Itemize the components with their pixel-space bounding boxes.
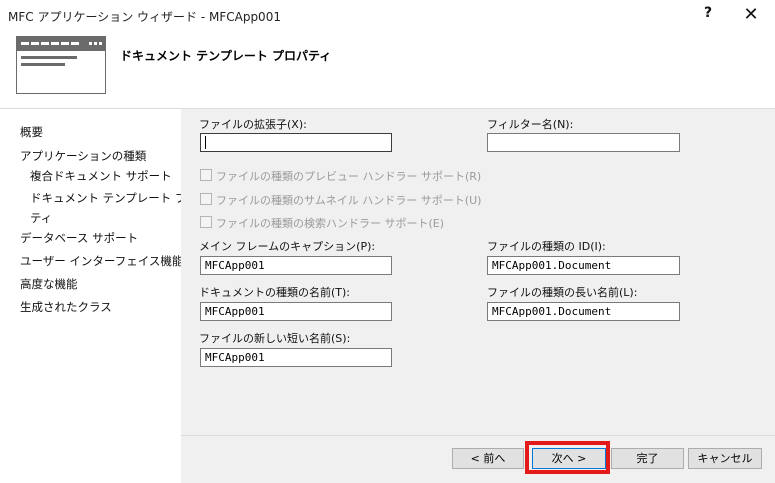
back-button[interactable]: < 前へ xyxy=(452,448,524,469)
finish-button[interactable]: 完了 xyxy=(611,448,684,469)
sidebar-item-document-template-cont[interactable]: ティ xyxy=(30,210,52,226)
sidebar-item-advanced[interactable]: 高度な機能 xyxy=(20,276,78,292)
wizard-header: ドキュメント テンプレート プロパティ xyxy=(0,32,775,108)
wizard-steps-sidebar: 概要 アプリケーションの種類 複合ドキュメント サポート ドキュメント テンプレ… xyxy=(0,109,209,483)
sidebar-item-generated-classes[interactable]: 生成されたクラス xyxy=(20,299,112,315)
filter-name-label: フィルター名(N): xyxy=(487,118,574,131)
document-type-name-input[interactable]: MFCApp001 xyxy=(200,302,392,321)
document-type-name-label: ドキュメントの種類の名前(T): xyxy=(199,286,351,299)
wizard-window-icon xyxy=(16,36,106,94)
preview-handler-label: ファイルの種類のプレビュー ハンドラー サポート(R) xyxy=(216,170,482,183)
main-frame-caption-input[interactable]: MFCApp001 xyxy=(200,256,392,275)
search-handler-checkbox[interactable] xyxy=(200,216,212,228)
sidebar-item-overview[interactable]: 概要 xyxy=(20,124,43,140)
help-icon[interactable]: ? xyxy=(700,5,716,25)
close-icon[interactable]: ✕ xyxy=(742,5,760,25)
next-button-highlight xyxy=(525,441,610,474)
sidebar-item-user-interface[interactable]: ユーザー インターフェイス機能 xyxy=(20,253,183,269)
main-frame-caption-label: メイン フレームのキャプション(P): xyxy=(199,240,376,253)
page-title: ドキュメント テンプレート プロパティ xyxy=(120,49,332,63)
file-type-id-input[interactable]: MFCApp001.Document xyxy=(487,256,680,275)
cancel-button[interactable]: キャンセル xyxy=(688,448,762,469)
file-extension-label: ファイルの拡張子(X): xyxy=(199,118,307,131)
thumbnail-handler-label: ファイルの種類のサムネイル ハンドラー サポート(U) xyxy=(216,194,482,207)
file-type-long-name-input[interactable]: MFCApp001.Document xyxy=(487,302,680,321)
template-properties-panel: ファイルの拡張子(X): フィルター名(N): ファイルの種類のプレビュー ハン… xyxy=(181,109,775,435)
title-bar: MFC アプリケーション ウィザード - MFCApp001 ? ✕ xyxy=(0,0,775,32)
window-title: MFC アプリケーション ウィザード - MFCApp001 xyxy=(8,10,281,24)
preview-handler-checkbox[interactable] xyxy=(200,169,212,181)
file-type-id-label: ファイルの種類の ID(I): xyxy=(487,240,606,253)
sidebar-item-compound-document[interactable]: 複合ドキュメント サポート xyxy=(30,168,172,184)
file-type-long-name-label: ファイルの種類の長い名前(L): xyxy=(487,286,638,299)
sidebar-item-database-support[interactable]: データベース サポート xyxy=(20,230,138,246)
file-short-name-input[interactable]: MFCApp001 xyxy=(200,348,392,367)
file-short-name-label: ファイルの新しい短い名前(S): xyxy=(199,332,351,345)
sidebar-item-application-type[interactable]: アプリケーションの種類 xyxy=(20,148,146,164)
filter-name-input[interactable] xyxy=(487,133,680,152)
wizard-footer: < 前へ 次へ > 完了 キャンセル xyxy=(181,435,775,483)
search-handler-label: ファイルの種類の検索ハンドラー サポート(E) xyxy=(216,217,445,230)
thumbnail-handler-checkbox[interactable] xyxy=(200,193,212,205)
file-extension-input[interactable] xyxy=(200,133,392,152)
